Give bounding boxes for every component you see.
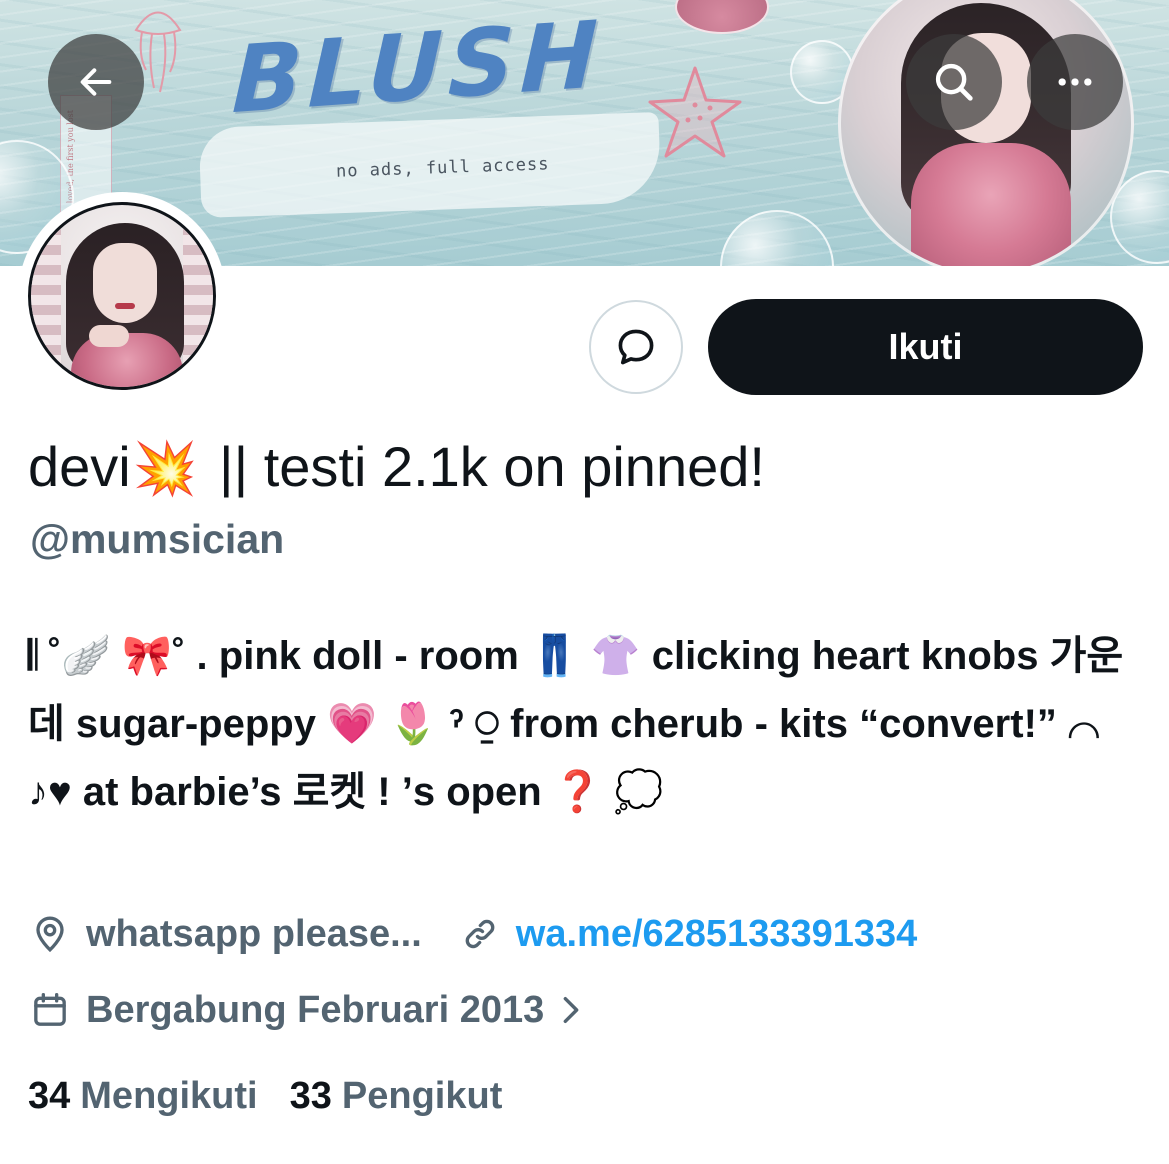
banner-photo-dress: [911, 143, 1071, 266]
follow-stats: 34 Mengikuti 33 Pengikut: [28, 1068, 502, 1124]
collision-emoji-icon: 💥: [132, 439, 198, 499]
location-pin-icon: [30, 914, 70, 954]
avatar-lips: [115, 303, 135, 309]
chevron-right-icon: [558, 993, 584, 1027]
followers-stat[interactable]: 33 Pengikut: [290, 1075, 503, 1118]
more-horizontal-icon: [1058, 78, 1092, 86]
avatar-hand: [89, 325, 129, 347]
location-text: whatsapp please...: [86, 912, 422, 955]
profile-meta-row: whatsapp please... wa.me/6285133391334: [30, 906, 917, 962]
more-options-button[interactable]: [1027, 34, 1123, 130]
avatar-side-decoration: [31, 205, 61, 387]
link-icon: [460, 914, 500, 954]
back-button[interactable]: [48, 34, 144, 130]
arrow-left-icon: [80, 68, 112, 96]
website-link[interactable]: wa.me/6285133391334: [516, 913, 917, 956]
joined-date-text: Bergabung Februari 2013: [86, 988, 545, 1031]
message-button[interactable]: [589, 300, 683, 394]
calendar-icon: [30, 990, 70, 1030]
avatar[interactable]: [28, 202, 216, 390]
follow-button[interactable]: Ikuti: [708, 299, 1143, 395]
following-label: Mengikuti: [80, 1074, 258, 1117]
profile-bio: 𝄃 ˚🪽 🎀˚ . pink doll - room 👖 👚 clicking …: [28, 634, 1124, 814]
search-icon: [935, 63, 973, 101]
display-name-suffix: || testi 2.1k on pinned!: [203, 435, 765, 498]
display-name: devi💥 || testi 2.1k on pinned!: [28, 432, 765, 504]
avatar-face: [93, 243, 157, 323]
followers-count: 33: [289, 1074, 332, 1117]
followers-label: Pengikut: [341, 1074, 503, 1117]
starfish-doodle-icon: [648, 66, 742, 158]
joined-date-row[interactable]: Bergabung Februari 2013: [30, 982, 584, 1038]
search-button[interactable]: [906, 34, 1002, 130]
display-name-text: devi: [28, 435, 131, 498]
following-stat[interactable]: 34 Mengikuti: [28, 1075, 258, 1118]
username-handle: @mumsician: [30, 516, 285, 562]
message-bubble-icon: [618, 329, 654, 365]
following-count: 34: [28, 1074, 71, 1117]
avatar-side-decoration: [183, 205, 213, 387]
